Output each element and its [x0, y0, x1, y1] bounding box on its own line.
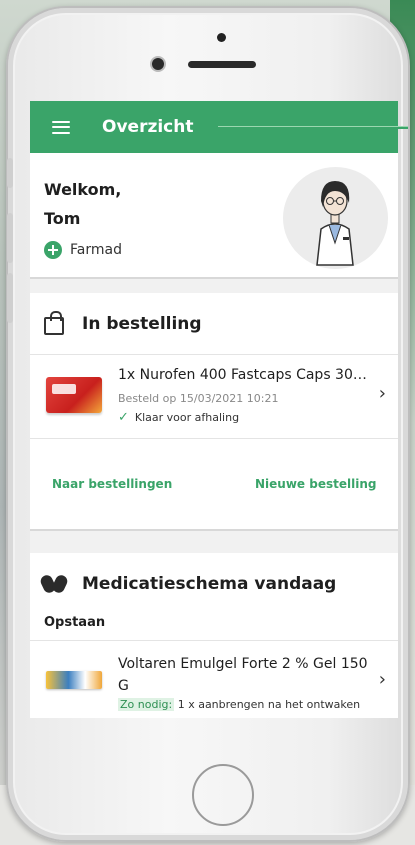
greeting: Welkom,	[44, 180, 122, 199]
as-needed-tag: Zo nodig:	[118, 698, 175, 711]
order-status: ✓ Klaar voor afhaling	[118, 410, 239, 425]
plus-icon	[44, 241, 62, 259]
medication-instruction: Zo nodig: 1 x aanbrengen na het ontwaken	[118, 698, 360, 711]
volume-up-button	[7, 213, 13, 263]
check-icon: ✓	[118, 410, 129, 425]
medication-name: Voltaren Emulgel Forte 2 % Gel 150 G	[118, 656, 368, 694]
pharmacy-name: Farmad	[70, 242, 122, 258]
welcome-card: Welkom, Tom Farmad	[30, 153, 398, 279]
orders-card: In bestelling 1x Nurofen 400 Fastcaps Ca…	[30, 293, 398, 531]
section-divider	[30, 531, 398, 553]
order-status-label: Klaar voor afhaling	[134, 411, 240, 424]
orders-actions: Naar bestellingen Nieuwe bestelling	[30, 439, 398, 531]
volume-down-button	[7, 273, 13, 323]
medication-title: Medicatieschema vandaag	[82, 574, 337, 594]
pills-icon	[38, 573, 70, 595]
page-title: Overzicht	[102, 117, 194, 137]
section-divider	[30, 279, 398, 293]
front-camera	[152, 58, 164, 70]
order-date: Besteld op 15/03/2021 10:21	[118, 392, 279, 405]
home-button[interactable]	[192, 764, 254, 826]
orders-header: In bestelling	[30, 293, 398, 355]
user-name: Tom	[44, 209, 81, 228]
pharmacist-illustration	[283, 167, 388, 269]
order-product-name: 1x Nurofen 400 Fastcaps Caps 30 ...	[118, 367, 370, 383]
moment-label: Opstaan	[30, 615, 398, 641]
medication-header: Medicatieschema vandaag	[30, 553, 398, 615]
chevron-right-icon: ›	[378, 383, 386, 404]
chevron-right-icon: ›	[378, 669, 386, 690]
welcome-text: Welkom, Tom	[44, 175, 121, 233]
medication-card: Medicatieschema vandaag Opstaan Voltaren…	[30, 553, 398, 718]
go-to-orders-link[interactable]: Naar bestellingen	[52, 477, 172, 491]
proximity-sensor	[217, 33, 226, 42]
app-screen: Overzicht Welkom, Tom Farmad In bestelli…	[30, 101, 398, 718]
medication-item[interactable]: Voltaren Emulgel Forte 2 % Gel 150 G Zo …	[30, 641, 398, 718]
earpiece-speaker	[188, 61, 256, 68]
instruction-text: 1 x aanbrengen na het ontwaken	[177, 698, 361, 711]
orders-title: In bestelling	[82, 313, 202, 334]
mute-switch	[7, 158, 13, 188]
new-order-link[interactable]: Nieuwe bestelling	[255, 477, 376, 491]
voltaren-product-image	[46, 671, 102, 689]
shopping-bag-icon	[44, 310, 64, 335]
pharmacy-selector[interactable]: Farmad	[44, 241, 122, 259]
nurofen-product-image	[46, 377, 102, 413]
order-item[interactable]: 1x Nurofen 400 Fastcaps Caps 30 ... Best…	[30, 355, 398, 439]
hamburger-menu-icon[interactable]	[52, 120, 70, 134]
header-accent-line	[218, 126, 408, 129]
